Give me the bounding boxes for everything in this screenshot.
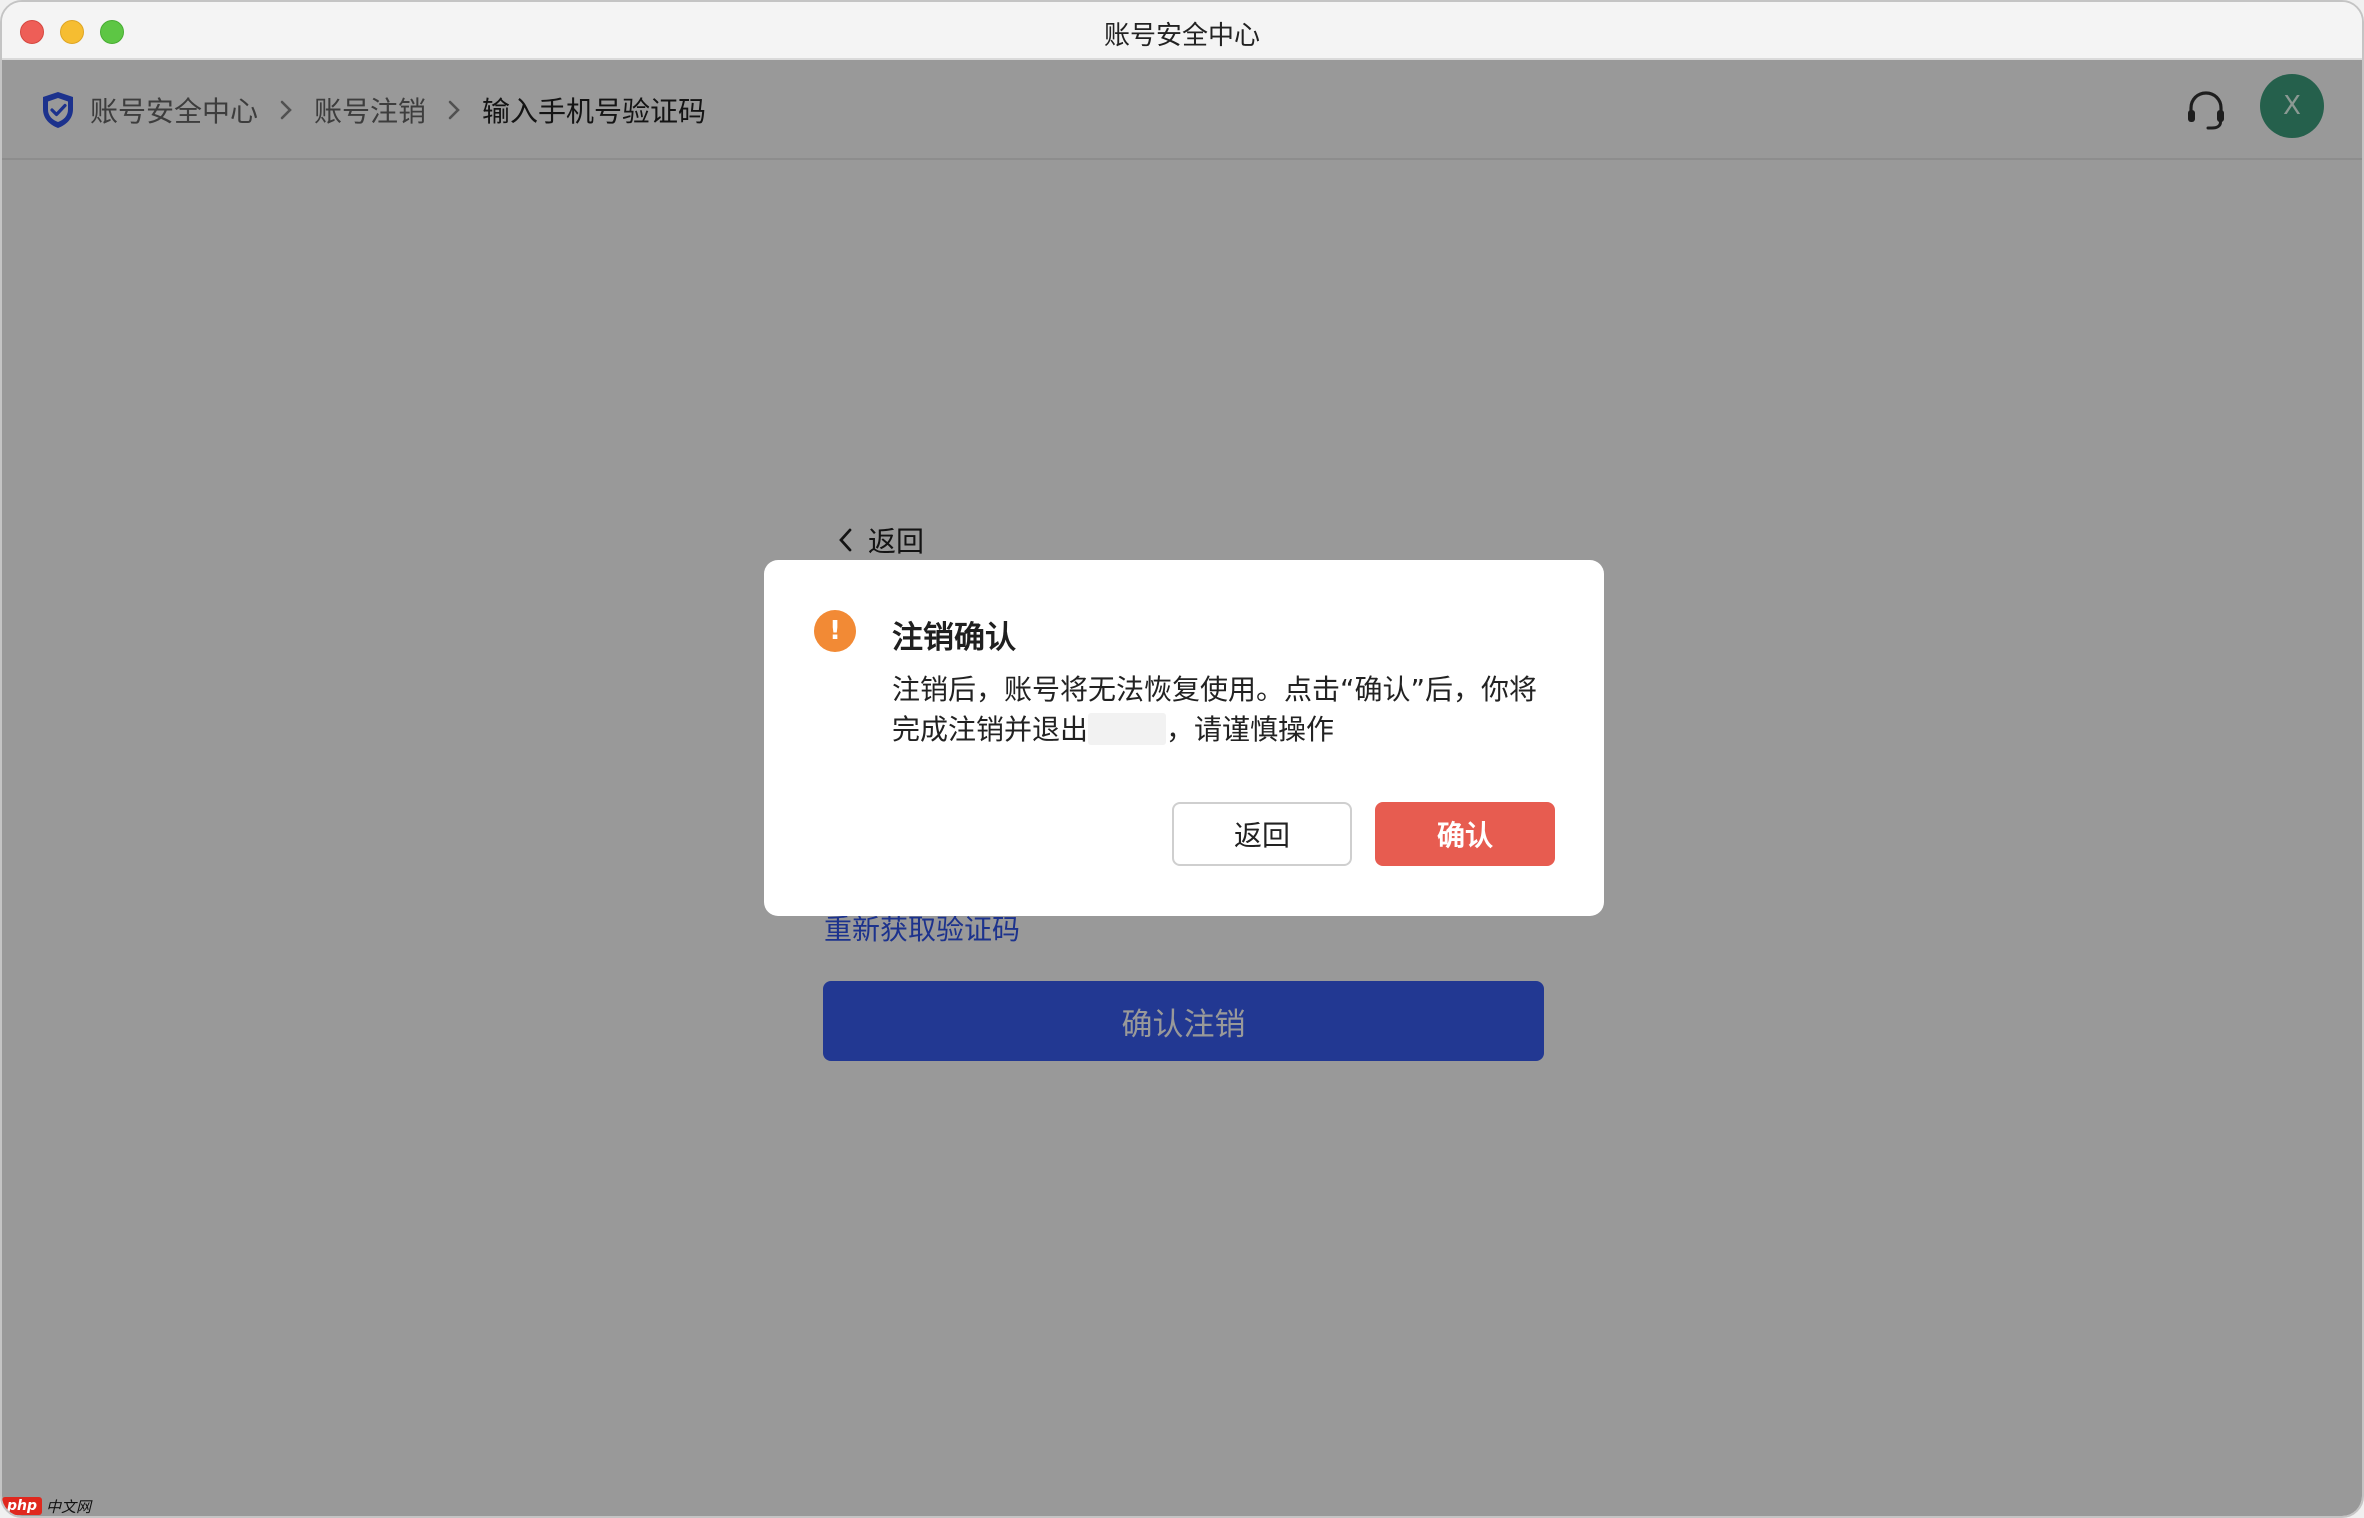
redacted-text (1088, 713, 1167, 745)
watermark-text: 中文网 (46, 1497, 92, 1516)
window-title: 账号安全中心 (1103, 21, 1260, 51)
deletion-confirm-dialog: ! 注销确认 注销后，账号将无法恢复使用。点击“确认”后，你将 完成注销并退出 ，… (764, 560, 1604, 916)
title-bar: 账号安全中心 (2, 2, 2362, 60)
watermark: php 中文网 (2, 1494, 92, 1516)
dialog-message: 注销后，账号将无法恢复使用。点击“确认”后，你将 完成注销并退出 ，请谨慎操作 (892, 670, 1552, 750)
app-window: 账号安全中心 账号安全中心 账号注销 输入手机号验证码 X 返回 重新获取验证码… (0, 0, 2364, 1518)
dialog-message-line2-end: ，请谨慎操作 (1166, 713, 1335, 746)
dialog-message-line2-start: 完成注销并退出 (892, 713, 1089, 746)
dialog-title: 注销确认 (892, 620, 1016, 656)
watermark-logo: php (2, 1497, 43, 1515)
dialog-message-line1: 注销后，账号将无法恢复使用。点击“确认”后，你将 (892, 673, 1538, 706)
warning-icon: ! (814, 610, 856, 652)
dialog-cancel-button[interactable]: 返回 (1172, 802, 1352, 866)
dialog-confirm-button[interactable]: 确认 (1375, 802, 1555, 866)
main-content: 账号安全中心 账号注销 输入手机号验证码 X 返回 重新获取验证码 确认注销 !… (2, 60, 2362, 1516)
dialog-message-line2: 完成注销并退出 ，请谨慎操作 (892, 710, 1552, 750)
